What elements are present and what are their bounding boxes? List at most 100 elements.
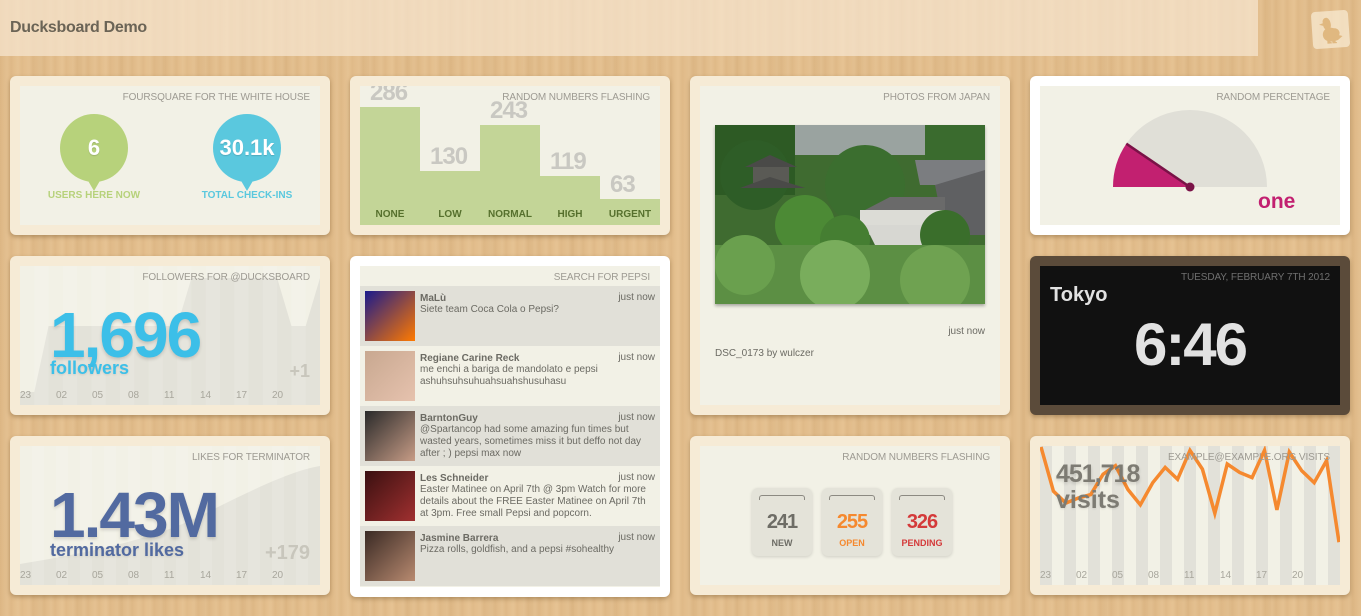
bar-value-label: 63 (610, 171, 636, 198)
widget-title: RANDOM PERCENTAGE (1216, 92, 1330, 103)
tweet-avatar[interactable] (365, 531, 415, 581)
photo-caption[interactable]: DSC_0173 by wulczer (715, 348, 814, 359)
widget-title: SEARCH FOR PEPSI (553, 272, 650, 283)
ticket-new-label: NEW (771, 538, 793, 548)
ticket-open-value: 255 (836, 511, 868, 533)
likes-delta: +179 (264, 542, 310, 564)
duck-logo-icon[interactable] (1310, 9, 1351, 50)
japan-photo[interactable] (715, 125, 985, 304)
ticket-new-value: 241 (766, 511, 798, 533)
ticket-pending-value: 326 (906, 511, 938, 533)
tweet-avatar[interactable] (365, 291, 415, 341)
tweet-text: me enchi a bariga de mandolato e pepsi a… (420, 364, 598, 387)
bar-value-label: 119 (550, 147, 587, 175)
tweet-text: Siete team Coca Cola o Pepsi? (420, 304, 559, 315)
x-tick-label: 14 (200, 570, 212, 581)
foursquare-widget: FOURSQUARE FOR THE WHITE HOUSE 6 USERS H… (10, 76, 330, 235)
x-tick-label: 14 (1220, 570, 1232, 581)
tweet-time: just now (618, 292, 655, 303)
ticket-pending[interactable]: 326 PENDING (892, 488, 952, 556)
bar-value-label: 130 (430, 143, 468, 171)
tweet-author[interactable]: MaLù (420, 293, 446, 304)
random-bars-panel: RANDOM NUMBERS FLASHING 286 NONE 130 LOW 243… (360, 86, 660, 225)
x-tick-label: 20 (1292, 570, 1304, 581)
bar-category-label: LOW (438, 209, 462, 220)
tweet-author[interactable]: Les Schneider (420, 473, 488, 484)
tweet-time: just now (618, 352, 655, 363)
tweet-item[interactable]: MaLù just now Siete team Coca Cola o Pepsi… (360, 286, 660, 346)
x-tick-label: 05 (1112, 570, 1124, 581)
x-tick-label: 23 (1040, 570, 1052, 581)
x-tick-label: 08 (128, 390, 140, 401)
tweet-author[interactable]: BarntonGuy (420, 413, 478, 424)
x-tick-label: 05 (92, 390, 104, 401)
chart-stripe (224, 446, 236, 585)
tickets-panel: RANDOM NUMBERS FLASHING 241 NEW 255 OPEN… (700, 446, 1000, 585)
tweet-item[interactable]: Regiane Carine Reck just now me enchi a ba… (360, 346, 660, 406)
ticket-open[interactable]: 255 OPEN (822, 488, 882, 556)
ticket-slot (829, 495, 875, 500)
search-widget: SEARCH FOR PEPSI MaLù just now Siete team … (350, 256, 670, 597)
widget-title: FOURSQUARE FOR THE WHITE HOUSE (122, 92, 310, 103)
tickets-widget: RANDOM NUMBERS FLASHING 241 NEW 255 OPEN… (690, 436, 1010, 595)
widget-title: LIKES FOR TERMINATOR (191, 452, 310, 463)
ticket-slot (759, 495, 805, 500)
chart-stripe (291, 266, 306, 405)
bar-category-label: NONE (375, 209, 405, 220)
x-tick-label: 20 (272, 390, 284, 401)
dashboard-title: Ducksboard Demo (10, 19, 147, 36)
chart-stripe (234, 266, 249, 405)
photos-panel: PHOTOS FROM JAPAN just now DSC_0173 by w… (700, 86, 1000, 405)
clock-city: Tokyo (1050, 284, 1108, 306)
tweet-time: just now (618, 412, 655, 423)
x-tick-label: 02 (56, 390, 68, 401)
visits-unit: visits (1056, 486, 1120, 514)
tweet-text: Pizza rolls, goldfish, and a pepsi #sohe… (420, 544, 615, 555)
clock-widget: TUESDAY, FEBRUARY 7TH 2012 Tokyo 6:46 (1030, 256, 1350, 415)
users-here-now-pin: 6 USERS HERE NOW (48, 114, 140, 201)
tweet-time: just now (618, 532, 655, 543)
chart-stripe (248, 446, 260, 585)
tweet-item[interactable]: Les Schneider just now Easter Matinee on A… (360, 466, 660, 526)
temple-landscape-image (715, 125, 985, 304)
tweet-avatar[interactable] (365, 471, 415, 521)
tweet-item[interactable]: Jasmine Barrera just now Pizza rolls, gold… (360, 526, 660, 586)
bar-none (360, 107, 420, 225)
bar-value-label: 286 (370, 86, 408, 107)
photos-widget: PHOTOS FROM JAPAN just now DSC_0173 by w… (690, 76, 1010, 415)
followers-panel: FOLLOWERS FOR @DUCKSBOARD 1,696 follower… (20, 266, 320, 405)
tweet-author[interactable]: Jasmine Barrera (420, 533, 498, 544)
users-here-now-value: 6 (60, 114, 128, 191)
chart-stripe (1148, 446, 1161, 585)
tweet-time: just now (618, 472, 655, 483)
widget-title: EXAMPLE@EXAMPLE.ORG VISITS (1167, 452, 1330, 463)
x-tick-label: 23 (20, 570, 32, 581)
ticket-slot (899, 495, 945, 500)
chart-stripe (1268, 446, 1281, 585)
x-tick-label: 20 (272, 570, 284, 581)
chart-stripe (262, 266, 278, 405)
ticket-new[interactable]: 241 NEW (752, 488, 812, 556)
x-tick-label: 02 (1076, 570, 1088, 581)
x-tick-label: 17 (1256, 570, 1268, 581)
ticket-pending-label: PENDING (901, 538, 943, 548)
percentage-widget: RANDOM PERCENTAGE one (1030, 76, 1350, 235)
total-checkins-pin: 30.1k TOTAL CHECK-INS (202, 114, 292, 201)
tweet-author[interactable]: Regiane Carine Reck (420, 353, 520, 364)
widget-title: RANDOM NUMBERS FLASHING (842, 452, 990, 463)
random-bars-widget: RANDOM NUMBERS FLASHING 286 NONE 130 LOW 243… (350, 76, 670, 235)
total-checkins-value: 30.1k (213, 114, 281, 191)
chart-stripe (1184, 446, 1197, 585)
clock-time: 6:46 (1133, 311, 1248, 378)
x-tick-label: 08 (128, 570, 140, 581)
gauge-pivot (1185, 182, 1195, 192)
x-tick-label: 05 (92, 570, 104, 581)
ticket-open-label: OPEN (839, 538, 865, 548)
percentage-panel: RANDOM PERCENTAGE one (1040, 86, 1340, 225)
likes-widget: LIKES FOR TERMINATOR 1.43M terminator li… (10, 436, 330, 595)
foursquare-panel: FOURSQUARE FOR THE WHITE HOUSE 6 USERS H… (20, 86, 320, 225)
tweet-avatar[interactable] (365, 411, 415, 461)
tweet-item[interactable]: BarntonGuy just now @Spartancop had some a… (360, 406, 660, 466)
total-checkins-label: TOTAL CHECK-INS (201, 190, 293, 201)
tweet-avatar[interactable] (365, 351, 415, 401)
